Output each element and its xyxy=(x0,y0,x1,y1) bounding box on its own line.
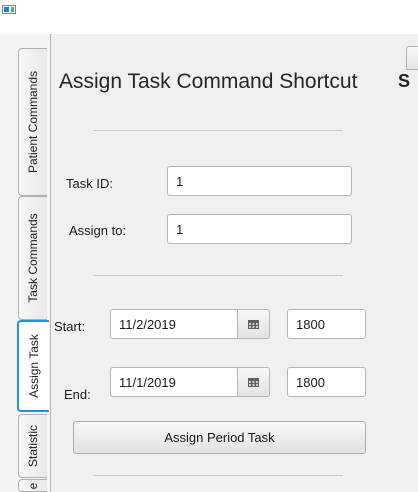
tab-partial[interactable]: e xyxy=(18,479,47,492)
assign-period-task-button[interactable]: Assign Period Task xyxy=(73,421,366,454)
assign-to-label: Assign to: xyxy=(69,223,127,238)
task-id-label: Task ID: xyxy=(66,176,113,191)
start-date-input[interactable] xyxy=(110,309,238,339)
right-panel-title-partial: S xyxy=(398,71,411,91)
right-panel-partial: S xyxy=(388,34,418,492)
assign-to-input[interactable] xyxy=(167,214,352,244)
separator xyxy=(93,130,343,131)
assign-task-panel: Assign Task Command Shortcut Task ID: As… xyxy=(50,34,388,492)
tab-assign-task[interactable]: Assign Task xyxy=(17,320,49,412)
tab-label: Patient Commands xyxy=(26,70,40,174)
right-tab-header[interactable] xyxy=(406,46,418,70)
end-date-picker-button[interactable] xyxy=(238,367,270,397)
tab-label: Assign Task xyxy=(27,334,41,398)
page-title: Assign Task Command Shortcut xyxy=(59,70,358,93)
start-date-picker-button[interactable] xyxy=(238,309,270,339)
start-label: Start: xyxy=(54,319,86,334)
calendar-icon xyxy=(248,319,259,329)
end-date-input[interactable] xyxy=(110,367,238,397)
separator xyxy=(93,275,343,276)
calendar-icon xyxy=(248,377,259,387)
tab-task-commands[interactable]: Task Commands xyxy=(18,196,47,320)
vertical-tab-strip: Patient Commands Task Commands Assign Ta… xyxy=(0,34,51,492)
tab-label: Statistic xyxy=(26,424,40,468)
content-area: Patient Commands Task Commands Assign Ta… xyxy=(0,34,418,492)
separator xyxy=(93,475,343,476)
tab-label: Task Commands xyxy=(26,213,40,303)
end-label: End: xyxy=(64,387,91,402)
tab-statistic[interactable]: Statistic xyxy=(18,414,47,478)
app-window-icon xyxy=(2,5,16,14)
tab-patient-commands[interactable]: Patient Commands xyxy=(18,48,47,196)
end-time-input[interactable] xyxy=(287,367,366,397)
task-id-input[interactable] xyxy=(167,166,352,196)
start-time-input[interactable] xyxy=(287,309,366,339)
tab-label: e xyxy=(26,482,40,489)
